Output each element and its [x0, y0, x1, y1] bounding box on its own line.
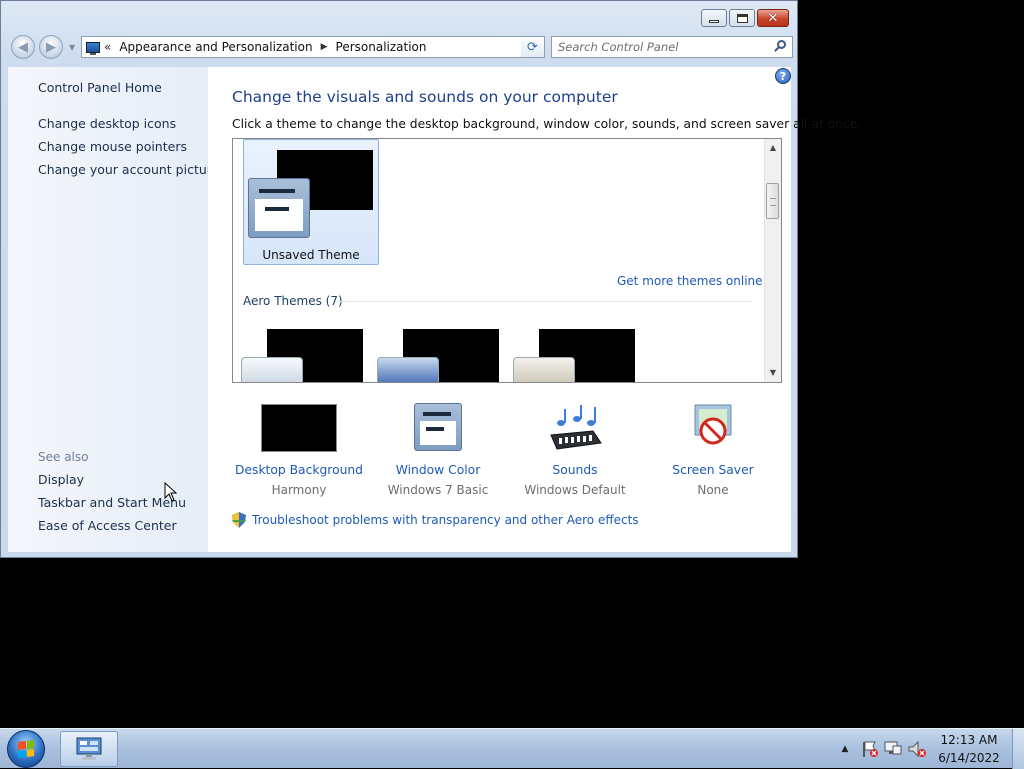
breadcrumb-separator-icon[interactable]: ▶	[321, 42, 328, 52]
show-hidden-icons-arrow-icon[interactable]: ▲	[834, 740, 856, 758]
aero-themes-group-label: Aero Themes (7)	[243, 294, 343, 308]
troubleshoot-link-row[interactable]: Troubleshoot problems with transparency …	[232, 512, 639, 528]
aero-window-preview-icon	[377, 357, 439, 382]
change-mouse-pointers-link[interactable]: Change mouse pointers	[38, 139, 187, 154]
notification-area: ▲ 12:13 AM 6/14/2022	[832, 729, 1024, 769]
theme-window-preview-icon	[248, 178, 310, 238]
page-description: Click a theme to change the desktop back…	[232, 117, 862, 131]
breadcrumb-appearance[interactable]: Appearance and Personalization	[119, 40, 312, 54]
back-arrow-icon: ◀	[18, 39, 28, 55]
theme-tile-unsaved[interactable]: Unsaved Theme	[243, 139, 379, 265]
scroll-down-icon[interactable]: ▼	[765, 365, 781, 381]
main-content: ? Change the visuals and sounds on your …	[208, 67, 861, 552]
theme-name-label: Unsaved Theme	[262, 248, 360, 262]
taskbar-control-panel-button[interactable]	[60, 731, 118, 767]
show-desktop-button[interactable]	[1012, 729, 1024, 769]
recent-pages-dropdown[interactable]: ▼	[69, 43, 75, 52]
shield-icon	[232, 512, 246, 528]
window-color-setting[interactable]: Window Color Windows 7 Basic	[363, 403, 513, 497]
navigation-row: ◀ ▶ ▼ « Appearance and Personalization ▶…	[11, 34, 793, 60]
close-icon: ✕	[767, 10, 779, 26]
maximize-icon	[736, 13, 748, 23]
sounds-value: Windows Default	[524, 483, 626, 497]
mouse-pointer-icon	[164, 482, 178, 502]
breadcrumb-personalization[interactable]: Personalization	[336, 40, 427, 54]
taskbar: ▲ 12:13 AM 6/14/2022	[0, 728, 1024, 769]
theme-list[interactable]: Unsaved Theme Get more themes online Aer…	[232, 138, 782, 383]
see-also-heading: See also	[38, 450, 89, 464]
minimize-button[interactable]	[701, 9, 727, 27]
windows-logo-icon	[18, 740, 34, 758]
refresh-icon: ⟳	[527, 39, 538, 55]
scroll-thumb[interactable]	[766, 183, 779, 219]
clock-date: 6/14/2022	[938, 751, 1000, 765]
clock-time: 12:13 AM	[940, 733, 998, 747]
network-icon[interactable]	[882, 740, 904, 758]
change-account-picture-link[interactable]: Change your account picture	[38, 162, 219, 177]
troubleshoot-link[interactable]: Troubleshoot problems with transparency …	[252, 513, 639, 527]
desktop-background-link[interactable]: Desktop Background	[224, 463, 374, 477]
aero-theme-tile[interactable]	[373, 329, 499, 382]
task-pane: Control Panel Home Change desktop icons …	[8, 67, 219, 552]
sounds-icon	[537, 403, 613, 453]
screen-saver-value: None	[697, 483, 729, 497]
forward-button[interactable]: ▶	[39, 35, 63, 59]
close-button[interactable]: ✕	[757, 9, 789, 27]
display-link[interactable]: Display	[38, 472, 84, 487]
caption-buttons: ✕	[701, 9, 789, 27]
get-more-themes-link[interactable]: Get more themes online	[617, 274, 763, 288]
refresh-button[interactable]: ⟳	[521, 36, 545, 58]
start-button[interactable]	[7, 730, 45, 768]
window-color-value: Windows 7 Basic	[387, 483, 489, 497]
personalization-window: ✕ ◀ ▶ ▼ « Appearance and Personalization…	[0, 0, 861, 558]
aero-theme-tile[interactable]	[509, 329, 635, 382]
control-panel-icon	[86, 41, 100, 55]
maximize-button[interactable]	[729, 9, 755, 27]
control-panel-icon	[76, 737, 102, 760]
change-desktop-icons-link[interactable]: Change desktop icons	[38, 116, 176, 131]
system-clock[interactable]: 12:13 AM 6/14/2022	[932, 731, 1006, 767]
address-bar[interactable]: « Appearance and Personalization ▶ Perso…	[81, 36, 545, 58]
ease-of-access-link[interactable]: Ease of Access Center	[38, 518, 177, 533]
volume-muted-icon[interactable]	[906, 740, 928, 758]
minimize-icon	[709, 19, 719, 23]
window-color-link[interactable]: Window Color	[363, 463, 513, 477]
group-divider	[337, 301, 753, 302]
action-center-flag-icon[interactable]	[858, 740, 880, 758]
help-icon[interactable]: ?	[775, 68, 791, 84]
screen-saver-icon	[675, 403, 751, 453]
back-button[interactable]: ◀	[11, 35, 35, 59]
aero-theme-tile[interactable]	[237, 329, 363, 382]
breadcrumb-overflow-chevron[interactable]: «	[104, 40, 111, 54]
control-panel-home-link[interactable]: Control Panel Home	[38, 80, 162, 95]
desktop-background-setting[interactable]: Desktop Background Harmony	[224, 403, 374, 497]
search-icon[interactable]	[777, 40, 786, 49]
aero-window-preview-icon	[513, 357, 575, 382]
screen-saver-link[interactable]: Screen Saver	[638, 463, 788, 477]
theme-list-scrollbar[interactable]: ▲ ▼	[764, 139, 781, 382]
search-box	[551, 36, 793, 58]
screen-saver-setting[interactable]: Screen Saver None	[638, 403, 788, 497]
window-color-icon	[400, 403, 476, 453]
desktop-background-icon	[261, 403, 337, 453]
page-title: Change the visuals and sounds on your co…	[232, 88, 618, 106]
sounds-link[interactable]: Sounds	[500, 463, 650, 477]
sounds-setting[interactable]: Sounds Windows Default	[500, 403, 650, 497]
aero-window-preview-icon	[241, 357, 303, 382]
desktop-background-value: Harmony	[271, 483, 327, 497]
scroll-up-icon[interactable]: ▲	[765, 140, 781, 156]
forward-arrow-icon: ▶	[46, 39, 56, 55]
search-input[interactable]	[558, 38, 768, 56]
